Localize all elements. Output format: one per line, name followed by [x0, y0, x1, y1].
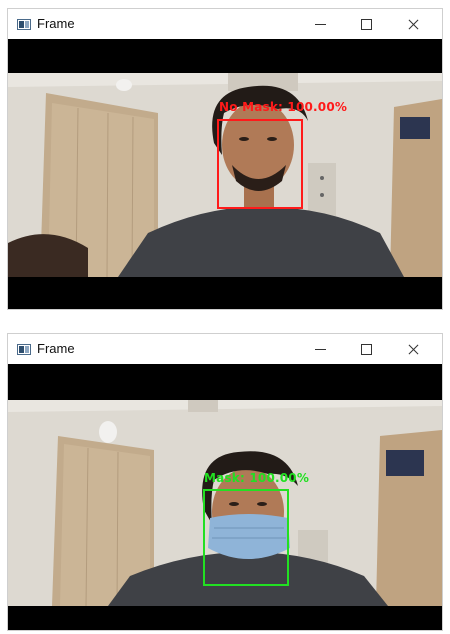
minimize-icon[interactable]	[298, 334, 344, 364]
detection-label: Mask: 100.00%	[204, 471, 310, 485]
minimize-icon[interactable]	[298, 9, 344, 39]
title-bar[interactable]: Frame	[8, 334, 442, 364]
detection-label: No Mask: 100.00%	[219, 100, 348, 114]
frame-window-mask: Frame Mask: 100.00%	[7, 333, 443, 631]
maximize-icon[interactable]	[344, 334, 390, 364]
detection-box	[217, 119, 303, 209]
close-icon[interactable]	[390, 334, 436, 364]
window-title: Frame	[37, 341, 75, 356]
video-feed: Mask: 100.00%	[8, 364, 442, 630]
video-feed: No Mask: 100.00%	[8, 39, 442, 309]
title-bar[interactable]: Frame	[8, 9, 442, 39]
frame-window-no-mask: Frame No Mask: 100.00%	[7, 8, 443, 310]
maximize-icon[interactable]	[344, 9, 390, 39]
window-title: Frame	[37, 16, 75, 31]
app-icon	[17, 19, 31, 30]
close-icon[interactable]	[390, 9, 436, 39]
app-icon	[17, 344, 31, 355]
detection-box	[203, 489, 289, 586]
